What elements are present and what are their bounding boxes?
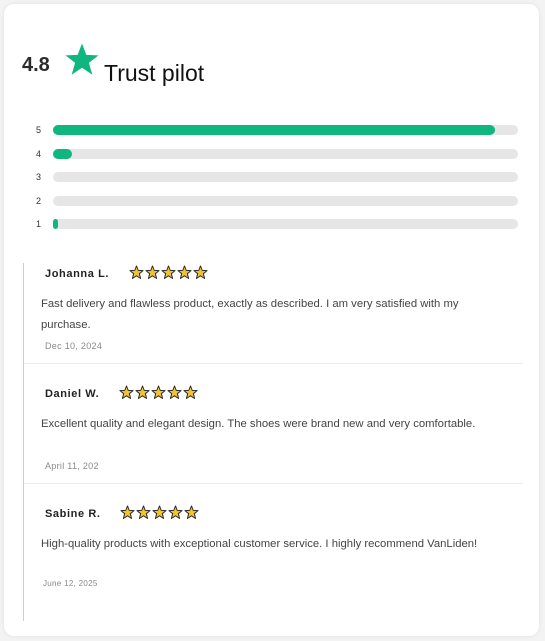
- rating-bar-5: 5: [34, 124, 522, 148]
- rating-distribution: 5 4 3 2 1: [34, 124, 522, 242]
- star-icon: [177, 265, 192, 280]
- reviewer-name: Daniel W.: [45, 388, 100, 400]
- bar-fill: [53, 125, 495, 135]
- star-icon: [168, 505, 183, 520]
- review-item: Daniel W. Excellent quality and elegant …: [24, 383, 523, 484]
- star-icon: [129, 265, 144, 280]
- reviews-list[interactable]: Johanna L. Fast delivery and flawless pr…: [23, 263, 524, 621]
- rating-bar-2: 2: [34, 195, 522, 219]
- bar-label: 4: [36, 148, 42, 159]
- star-icon: [145, 265, 160, 280]
- reviewer-name: Sabine R.: [45, 508, 101, 520]
- bar-label: 5: [36, 125, 42, 135]
- trustpilot-reviews-card: 4.8 Trust pilot 5 4 3 2 1 Johanna L. Fas…: [4, 4, 539, 636]
- reviewer-name: Johanna L.: [45, 268, 110, 280]
- bar-track: [53, 195, 518, 206]
- average-rating: 4.8: [22, 54, 50, 76]
- bar-fill: [53, 148, 72, 159]
- bar-label: 1: [36, 219, 42, 229]
- bar-track: [53, 219, 518, 229]
- star-icon: [135, 385, 150, 400]
- review-item: Johanna L. Fast delivery and flawless pr…: [24, 263, 523, 364]
- review-date: April 11, 202: [45, 461, 99, 471]
- star-icon: [136, 505, 151, 520]
- review-text: High-quality products with exceptional c…: [41, 538, 478, 550]
- star-icon: [152, 505, 167, 520]
- review-text: Excellent quality and elegant design. Th…: [41, 418, 476, 430]
- star-icon: [119, 385, 134, 400]
- bar-fill: [53, 219, 58, 229]
- star-icon: [184, 505, 199, 520]
- star-icon: [120, 505, 135, 520]
- rating-bar-1: 1: [34, 218, 522, 242]
- brand-name: Trust pilot: [104, 60, 205, 86]
- review-date: June 12, 2025: [43, 579, 98, 588]
- bar-label: 2: [36, 195, 42, 206]
- rating-bar-3: 3: [34, 171, 522, 195]
- bar-label: 3: [36, 172, 42, 182]
- review-date: Dec 10, 2024: [45, 341, 103, 351]
- star-icon: [193, 265, 208, 280]
- bar-track: [53, 125, 518, 135]
- review-text: Fast delivery and flawless product, exac…: [41, 298, 459, 331]
- star-icon: [183, 385, 198, 400]
- star-icon: [167, 385, 182, 400]
- star-rating: [120, 505, 199, 520]
- rating-bar-4: 4: [34, 148, 522, 172]
- star-icon: [161, 265, 176, 280]
- star-icon: [151, 385, 166, 400]
- review-item: Sabine R. High-quality products with exc…: [24, 503, 523, 603]
- bar-track: [53, 148, 518, 159]
- star-rating: [129, 265, 208, 280]
- bar-track: [53, 172, 518, 182]
- star-rating: [119, 385, 198, 400]
- trustpilot-star-icon: [65, 43, 99, 75]
